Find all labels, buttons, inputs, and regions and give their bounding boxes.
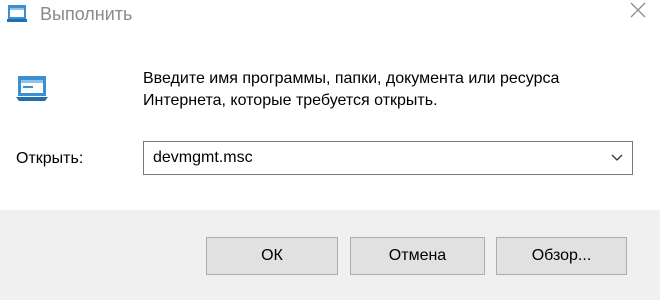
instruction-line-1: Введите имя программы, папки, документа … <box>143 70 560 87</box>
instruction-text: Введите имя программы, папки, документа … <box>143 68 643 112</box>
open-combobox[interactable] <box>143 141 633 175</box>
open-input[interactable] <box>144 142 599 174</box>
close-button[interactable] <box>604 0 660 30</box>
title-bar: Выполнить <box>0 0 660 32</box>
run-dialog-icon <box>6 2 28 24</box>
cancel-button[interactable]: Отмена <box>350 237 485 275</box>
run-dialog: Выполнить Введите имя программы, папки, … <box>0 0 660 300</box>
ok-button[interactable]: ОК <box>206 237 338 275</box>
window-title: Выполнить <box>40 4 133 24</box>
dropdown-button[interactable] <box>602 142 632 174</box>
open-label: Открыть: <box>16 150 84 167</box>
instruction-line-2: Интернета, которые требуется открыть. <box>143 92 438 109</box>
run-app-icon <box>14 70 50 106</box>
browse-button[interactable]: Обзор... <box>496 237 627 275</box>
